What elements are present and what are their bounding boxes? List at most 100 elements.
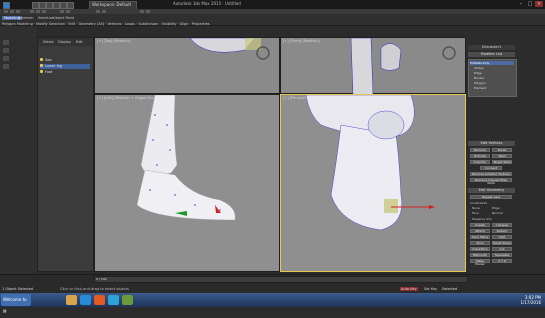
time-slider[interactable]: 0 / 100 (94, 276, 468, 283)
stack-item-polygon[interactable]: Polygon (474, 81, 486, 85)
taskbar-app-welcome[interactable]: Welcome to M (1, 294, 31, 314)
constraint-normal-radio[interactable]: Normal (492, 211, 503, 215)
make-planar-button[interactable]: Make Planar (470, 259, 490, 266)
undo-icon[interactable] (53, 2, 60, 9)
setkey-button[interactable]: Set Key (424, 287, 437, 291)
new-file-icon[interactable] (32, 2, 39, 9)
remove-isolated-button[interactable]: Remove Isolated Vertices (470, 172, 512, 176)
command-panel: Character1 Modifier List Editable Poly V… (466, 26, 545, 274)
preserve-uvs-checkbox[interactable]: Preserve UVs (472, 217, 492, 221)
tree-item-selected[interactable]: Lower leg (40, 64, 90, 69)
edit-vertices-rollout[interactable]: Edit Vertices (468, 141, 515, 146)
selected-dropdown[interactable]: Selected (442, 287, 457, 291)
cut-button[interactable]: Cut (492, 247, 512, 251)
status-bar: 0 / 100 1 Object Selected Click or click… (0, 274, 545, 293)
ribbon-subdivision[interactable]: Subdivision (138, 22, 158, 26)
modifier-list-dropdown[interactable]: Modifier List (468, 52, 515, 57)
remove-unused-button[interactable]: Remove Unused Map Verts (470, 178, 512, 185)
system-clock[interactable]: 3:02 PM 1/17/2016 (520, 295, 541, 305)
remove-button[interactable]: Remove (470, 148, 490, 152)
constraint-none-radio[interactable]: None (472, 206, 480, 210)
explorer-tabs: Select Display Edit (38, 38, 93, 46)
modeling-ribbon: Modeling Freeform Selection Object Paint… (0, 14, 545, 26)
viewcube-icon (256, 46, 270, 60)
object-name-field[interactable]: Character1 (468, 45, 515, 50)
viewport-left[interactable]: [+] [Left] [Realistic + Edged Faces] (94, 94, 280, 272)
object-icon (40, 70, 43, 73)
stack-item-edge[interactable]: Edge (474, 71, 482, 75)
open-file-icon[interactable] (39, 2, 46, 9)
project-folder-icon[interactable] (67, 2, 74, 9)
tree-item[interactable]: Foot (40, 70, 90, 75)
viewport-top[interactable]: [+] [Top] [Realistic] (94, 37, 280, 94)
viewport-front[interactable]: [+] [Front] [Realistic] (280, 37, 466, 95)
ribbon-properties[interactable]: Properties (192, 22, 210, 26)
ribbon-edit[interactable]: Edit (68, 22, 75, 26)
ribbon-visibility[interactable]: Visibility (162, 22, 177, 26)
chamfer-button[interactable]: Chamfer (470, 160, 490, 164)
selection-status: 1 Object Selected (2, 287, 34, 291)
attach-button[interactable]: Attach (470, 229, 490, 233)
quickslice-button[interactable]: QuickSlice (470, 247, 490, 251)
scene-explorer: Select Display Edit Sea Lower leg Foot (37, 37, 94, 272)
reset-plane-button[interactable]: Reset Plane (492, 241, 512, 245)
folder-icon[interactable] (66, 295, 77, 305)
edit-geometry-rollout[interactable]: Edit Geometry (468, 188, 515, 193)
stack-item-border[interactable]: Border (474, 76, 484, 80)
app-menu-icon[interactable] (3, 2, 10, 9)
collapse-button[interactable]: Collapse (492, 223, 512, 227)
maximize-button[interactable]: □ (526, 1, 534, 7)
ribbon-loops[interactable]: Loops (125, 22, 135, 26)
break-button[interactable]: Break (492, 148, 512, 152)
browser-icon[interactable] (80, 295, 91, 305)
tree-item[interactable]: Sea (40, 58, 90, 63)
stack-item-element[interactable]: Element (474, 86, 486, 90)
explorer-tab-edit[interactable]: Edit (76, 40, 83, 44)
constraint-edge-radio[interactable]: Edge (492, 206, 500, 210)
msmooth-button[interactable]: MSmooth (470, 253, 490, 257)
media-icon[interactable] (94, 295, 105, 305)
tab-selection[interactable]: Selection (38, 16, 54, 20)
extrude-button[interactable]: Extrude (470, 154, 490, 158)
stack-item-editable-poly[interactable]: Editable Poly (470, 61, 514, 65)
object-icon (40, 64, 43, 67)
split-checkbox[interactable]: Split (492, 235, 512, 239)
slice-button[interactable]: Slice (470, 241, 490, 245)
save-file-icon[interactable] (46, 2, 53, 9)
stack-item-vertex[interactable]: Vertex (474, 66, 484, 70)
ribbon-align[interactable]: Align (180, 22, 189, 26)
create-button[interactable]: Create (470, 223, 490, 227)
constraints-label: Constraints (470, 201, 488, 205)
ribbon-geometry-all[interactable]: Geometry (All) (78, 22, 104, 26)
close-button[interactable]: × (535, 1, 543, 7)
3dsmax-icon[interactable] (108, 295, 119, 305)
prompt-line: Click or click-and-drag to select object… (60, 287, 129, 291)
ribbon-modify-selection[interactable]: Modify Selection (36, 22, 65, 26)
connect-button[interactable]: Connect (480, 166, 502, 170)
tab-object-paint[interactable]: Object Paint (53, 16, 74, 20)
taskbar: Welcome to M 3:02 PM 1/17/2016 (0, 293, 545, 314)
explorer-tab-display[interactable]: Display (58, 40, 71, 44)
weld-button[interactable]: Weld (492, 154, 512, 158)
slice-plane-button[interactable]: Slice Plane (470, 235, 490, 239)
title-bar: Workspace: Default Autodesk 3ds Max 2015… (0, 0, 545, 10)
app-icon[interactable] (122, 295, 133, 305)
viewport-perspective[interactable]: [+] [Perspective] [Realistic + Edged Fac… (280, 94, 466, 272)
tab-freeform[interactable]: Freeform (18, 16, 34, 20)
repeat-last-button[interactable]: Repeat Last (470, 195, 512, 199)
window-title: Autodesk 3ds Max 2015 · Untitled (173, 1, 241, 6)
detach-button[interactable]: Detach (492, 229, 512, 233)
object-icon (40, 58, 43, 61)
viewcube-icon (442, 46, 456, 60)
tessellate-button[interactable]: Tessellate (492, 253, 512, 257)
autokey-button[interactable]: Auto Key (400, 287, 418, 291)
modifier-stack: Editable Poly Vertex Edge Border Polygon… (468, 59, 517, 97)
command-panel-body: Character1 Modifier List Editable Poly V… (466, 26, 545, 274)
target-weld-button[interactable]: Target Weld (492, 160, 512, 164)
redo-icon[interactable] (60, 2, 67, 9)
xyz-button[interactable]: X Y Z (492, 259, 512, 263)
constraint-face-radio[interactable]: Face (472, 211, 479, 215)
explorer-tab-select[interactable]: Select (43, 40, 54, 44)
minimize-button[interactable]: – (517, 1, 525, 7)
ribbon-vertices[interactable]: Vertices (107, 22, 121, 26)
